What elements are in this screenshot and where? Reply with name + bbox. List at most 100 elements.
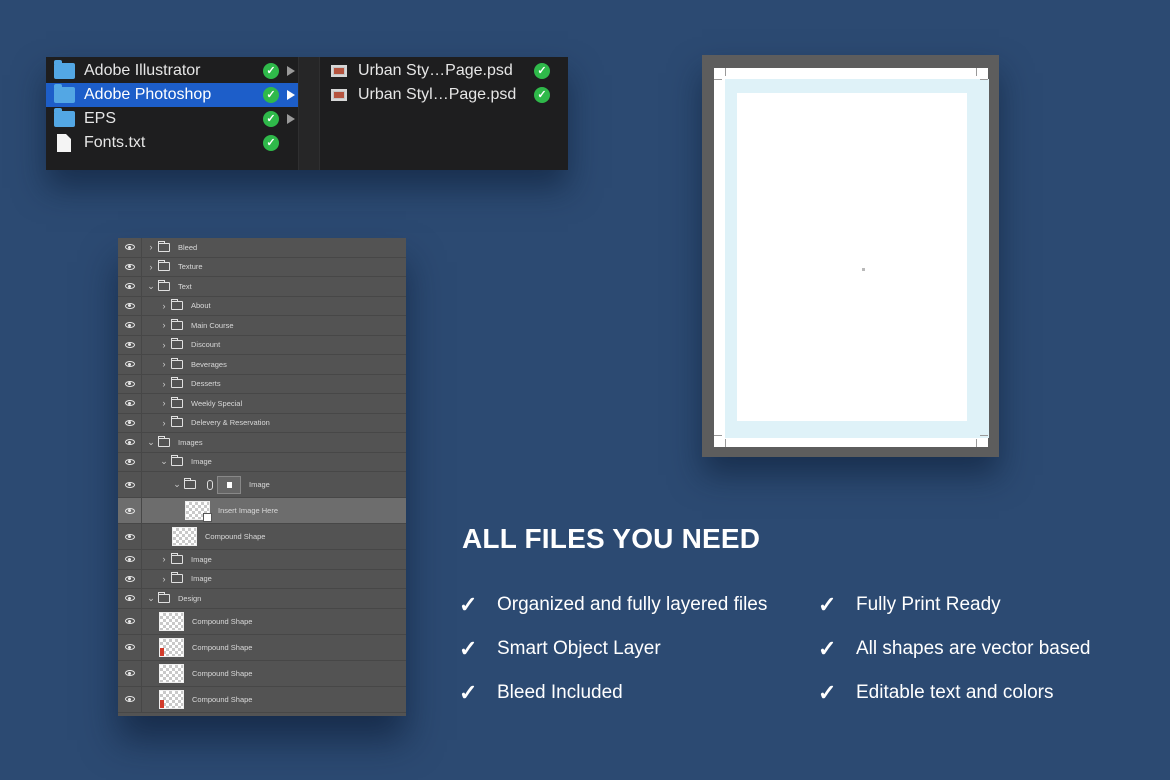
feature-label: Organized and fully layered files xyxy=(497,594,768,615)
layer-row[interactable]: ⌄ Image xyxy=(118,472,406,498)
layer-row[interactable]: ⌄ Design xyxy=(118,589,406,609)
folder-icon xyxy=(171,318,183,330)
visibility-toggle[interactable] xyxy=(118,433,142,452)
visibility-toggle[interactable] xyxy=(118,335,142,354)
eye-icon xyxy=(124,380,135,387)
layer-row[interactable]: Compound Shape xyxy=(118,686,406,713)
finder-item-label: Fonts.txt xyxy=(84,134,146,151)
finder-item-psd-2[interactable]: Urban Styl…Page.psd ✓ xyxy=(320,83,568,107)
visibility-toggle[interactable] xyxy=(118,634,142,660)
document-page xyxy=(714,68,989,447)
visibility-toggle[interactable] xyxy=(118,257,142,276)
layer-row[interactable]: Compound Shape xyxy=(118,660,406,687)
chevron-right-icon[interactable]: › xyxy=(159,340,169,350)
layer-label: Compound Shape xyxy=(192,694,253,704)
feature-item: ✓ Editable text and colors xyxy=(818,682,1054,704)
eye-icon xyxy=(124,481,135,488)
folder-icon xyxy=(158,435,170,447)
layer-row[interactable]: › Main Course xyxy=(118,316,406,336)
link-icon[interactable] xyxy=(207,479,213,490)
layer-row[interactable]: › About xyxy=(118,296,406,316)
finder-item-adobe-photoshop[interactable]: Adobe Photoshop ✓ xyxy=(46,83,298,107)
layer-label: Compound Shape xyxy=(192,616,253,626)
folder-icon xyxy=(171,377,183,389)
layer-label: Weekly Special xyxy=(191,398,243,408)
finder-item-eps[interactable]: EPS ✓ xyxy=(46,107,298,131)
layer-row[interactable]: › Desserts xyxy=(118,374,406,394)
layer-label: Compound Shape xyxy=(192,668,253,678)
visibility-toggle[interactable] xyxy=(118,316,142,335)
chevron-right-icon[interactable]: › xyxy=(146,262,156,272)
chevron-down-icon[interactable]: ⌄ xyxy=(146,437,156,448)
crop-mark xyxy=(976,439,977,447)
layer-thumbnail xyxy=(172,527,197,546)
layer-label: Delevery & Reservation xyxy=(191,418,270,428)
check-icon: ✓ xyxy=(818,592,837,617)
visibility-toggle[interactable] xyxy=(118,238,142,257)
layer-row[interactable]: › Beverages xyxy=(118,355,406,375)
sync-check-icon: ✓ xyxy=(263,87,279,103)
layer-label: Insert Image Here xyxy=(218,506,279,515)
eye-icon xyxy=(124,244,135,251)
visibility-toggle[interactable] xyxy=(118,374,142,393)
visibility-toggle[interactable] xyxy=(118,569,142,588)
chevron-right-icon[interactable]: › xyxy=(159,574,169,584)
visibility-toggle[interactable] xyxy=(118,472,142,497)
chevron-right-icon[interactable]: › xyxy=(159,398,169,408)
chevron-right-icon[interactable]: › xyxy=(146,242,156,252)
chevron-right-icon[interactable]: › xyxy=(159,379,169,389)
smart-object-thumbnail xyxy=(185,501,212,522)
layer-row[interactable]: › Image xyxy=(118,569,406,589)
finder-item-label: Adobe Photoshop xyxy=(84,86,212,103)
layer-label: Image xyxy=(191,574,212,584)
layer-row[interactable]: Compound Shape xyxy=(118,524,406,550)
visibility-toggle[interactable] xyxy=(118,413,142,432)
visibility-toggle[interactable] xyxy=(118,524,142,549)
layer-row[interactable]: ⌄ Image xyxy=(118,452,406,472)
layer-label: Desserts xyxy=(191,379,221,389)
features-headline: ALL FILES YOU NEED xyxy=(462,523,761,554)
visibility-toggle[interactable] xyxy=(118,355,142,374)
visibility-toggle[interactable] xyxy=(118,452,142,471)
chevron-down-icon[interactable]: ⌄ xyxy=(159,456,169,467)
layer-row[interactable]: Insert Image Here xyxy=(118,498,406,524)
layer-row[interactable]: Compound Shape xyxy=(118,634,406,661)
feature-label: Editable text and colors xyxy=(856,682,1054,703)
finder-item-fonts-txt[interactable]: Fonts.txt ✓ xyxy=(46,131,298,155)
sync-check-icon: ✓ xyxy=(263,135,279,151)
layer-row[interactable]: › Delevery & Reservation xyxy=(118,413,406,433)
layer-row[interactable]: › Texture xyxy=(118,257,406,277)
visibility-toggle[interactable] xyxy=(118,660,142,686)
column-resize-handle[interactable] xyxy=(298,57,320,170)
chevron-down-icon[interactable]: ⌄ xyxy=(146,281,156,292)
visibility-toggle[interactable] xyxy=(118,589,142,608)
layer-row[interactable]: › Discount xyxy=(118,335,406,355)
visibility-toggle[interactable] xyxy=(118,550,142,569)
visibility-toggle[interactable] xyxy=(118,296,142,315)
layer-row[interactable]: › Weekly Special xyxy=(118,394,406,414)
chevron-down-icon[interactable]: ⌄ xyxy=(146,593,156,604)
psd-file-icon xyxy=(331,65,347,77)
chevron-right-icon[interactable]: › xyxy=(159,554,169,564)
chevron-right-icon[interactable]: › xyxy=(159,320,169,330)
center-mark xyxy=(862,268,865,271)
finder-item-adobe-illustrator[interactable]: Adobe Illustrator ✓ xyxy=(46,59,298,83)
visibility-toggle[interactable] xyxy=(118,277,142,296)
chevron-right-icon[interactable]: › xyxy=(159,359,169,369)
visibility-toggle[interactable] xyxy=(118,394,142,413)
chevron-right-icon[interactable]: › xyxy=(159,301,169,311)
layer-row[interactable]: › Bleed xyxy=(118,238,406,258)
chevron-right-icon[interactable]: › xyxy=(159,418,169,428)
layer-row[interactable]: ⌄ Images xyxy=(118,433,406,453)
finder-item-psd-1[interactable]: Urban Sty…Page.psd ✓ xyxy=(320,59,568,83)
visibility-toggle[interactable] xyxy=(118,686,142,712)
crop-mark xyxy=(980,79,988,80)
chevron-down-icon[interactable]: ⌄ xyxy=(172,479,182,490)
layer-label: Image xyxy=(191,457,212,467)
layer-row[interactable]: › Image xyxy=(118,550,406,570)
layer-label: Text xyxy=(178,281,192,291)
visibility-toggle[interactable] xyxy=(118,608,142,634)
visibility-toggle[interactable] xyxy=(118,498,142,523)
layer-row[interactable]: Compound Shape xyxy=(118,608,406,635)
layer-row[interactable]: ⌄ Text xyxy=(118,277,406,297)
